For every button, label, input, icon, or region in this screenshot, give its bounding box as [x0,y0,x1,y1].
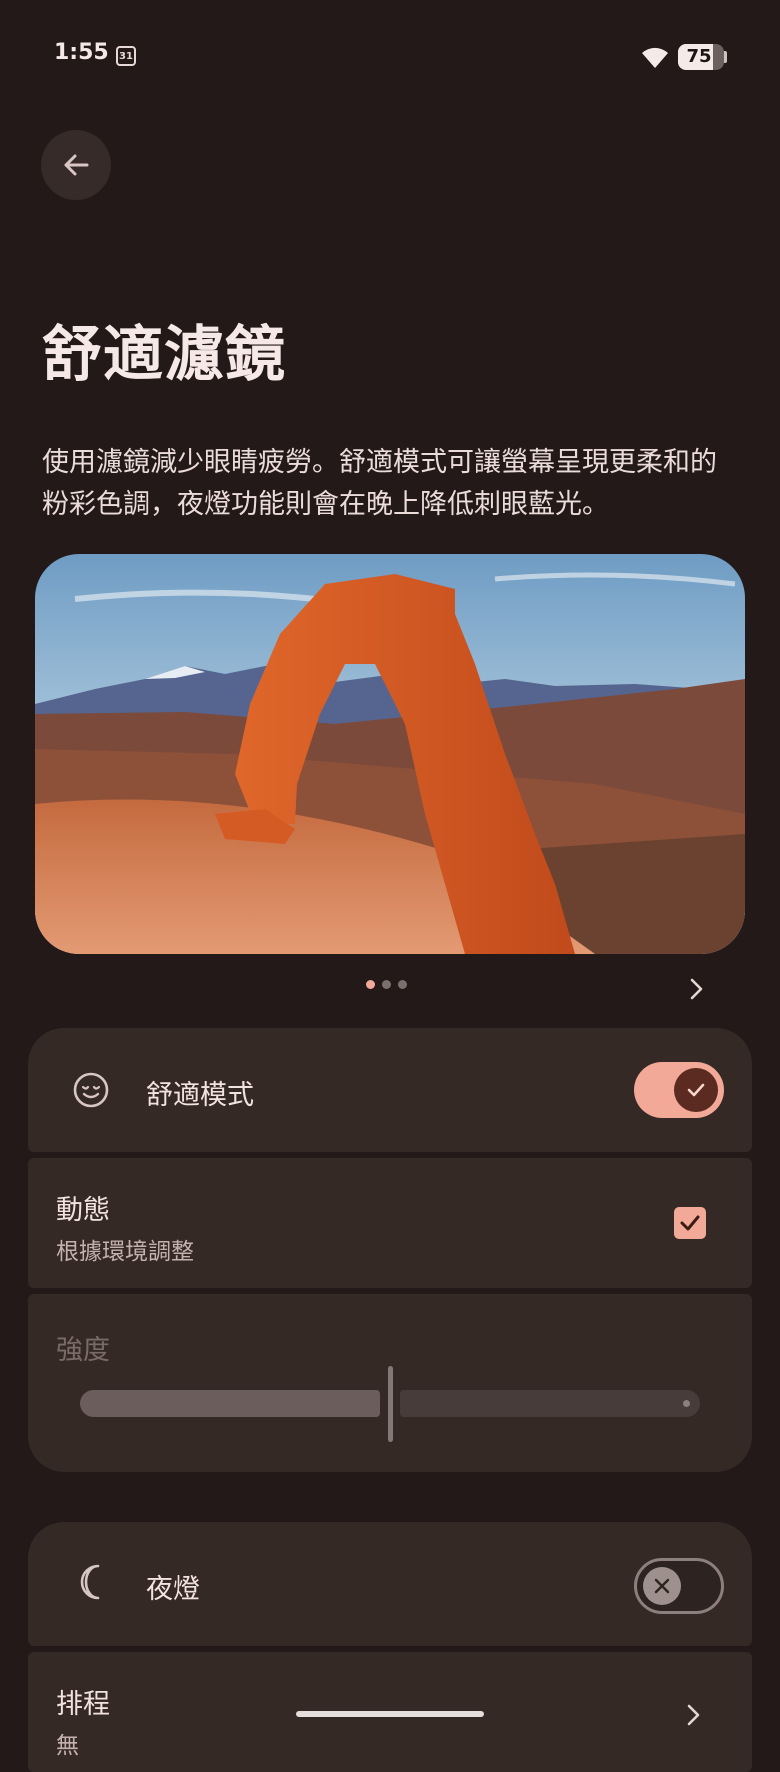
battery-icon: 75 [678,44,724,70]
page-description: 使用濾鏡減少眼睛疲勞。舒適模式可讓螢幕呈現更柔和的粉彩色調，夜燈功能則會在晚上降… [42,447,717,520]
check-icon [687,1083,705,1097]
comfort-mode-toggle[interactable] [634,1062,724,1118]
battery-tip [724,51,727,63]
chevron-right-icon [687,1704,700,1726]
moon-icon [80,1564,100,1600]
home-indicator[interactable] [296,1711,484,1717]
night-light-toggle[interactable] [634,1558,724,1614]
close-icon [654,1578,670,1594]
intensity-slider-active-track[interactable] [80,1390,380,1417]
checkmark-icon [680,1215,700,1231]
wifi-icon [642,47,668,68]
dynamic-checkbox[interactable] [674,1207,706,1239]
schedule-label: 排程 [56,1689,110,1720]
intensity-slider-inactive-track[interactable] [400,1390,700,1417]
back-arrow-icon [64,154,89,176]
page-title: 舒適濾鏡 [42,320,286,390]
calendar-icon: 31 [116,46,136,66]
dynamic-row[interactable]: 動態 根據環境調整 [28,1158,752,1288]
intensity-label: 強度 [56,1335,110,1366]
schedule-subtitle: 無 [56,1733,79,1759]
slider-stop-indicator [683,1400,690,1407]
dynamic-label: 動態 [56,1195,110,1226]
comfort-mode-label: 舒適模式 [146,1080,254,1111]
intensity-slider-thumb[interactable] [388,1366,393,1442]
carousel-dot[interactable] [398,980,407,989]
status-time: 1:55 [54,40,109,65]
preview-image [35,554,745,954]
carousel-dot[interactable] [382,980,391,989]
carousel-dot[interactable] [366,980,375,989]
night-light-label: 夜燈 [146,1574,200,1605]
smile-face-icon [73,1072,109,1108]
toggle-knob [643,1567,681,1605]
carousel-indicator[interactable] [366,980,407,989]
battery-level: 75 [686,46,712,67]
dynamic-subtitle: 根據環境調整 [56,1239,194,1265]
back-button[interactable] [41,130,111,200]
toggle-knob [674,1068,718,1112]
carousel-next-icon[interactable] [684,976,708,1002]
